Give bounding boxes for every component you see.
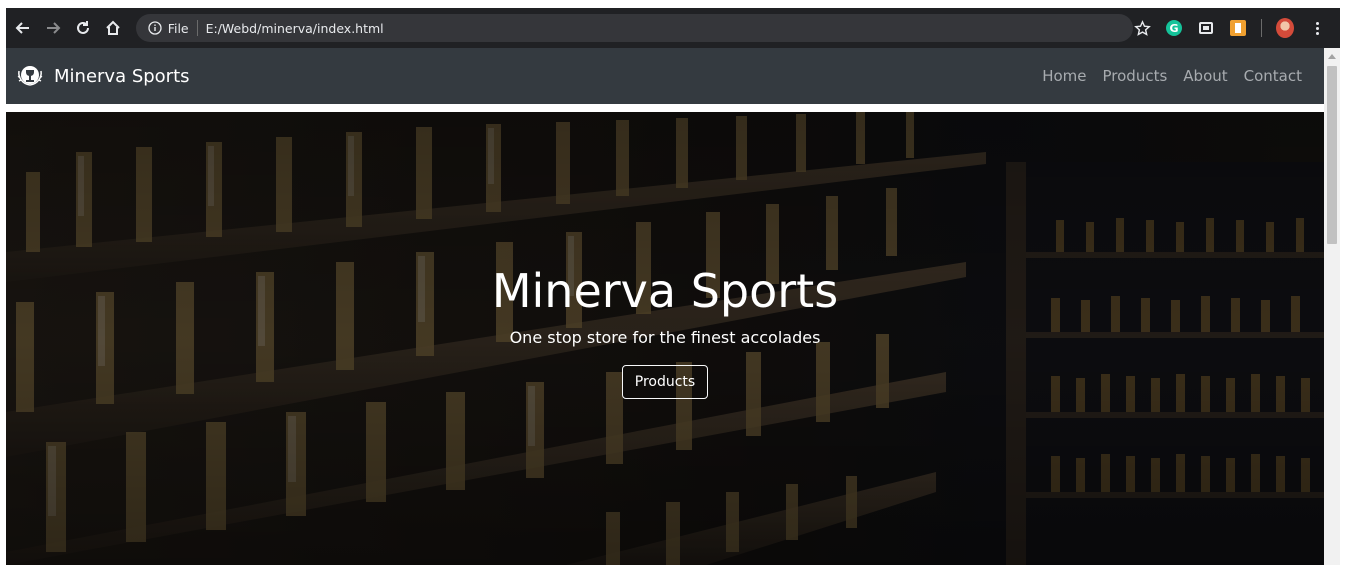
home-button[interactable] xyxy=(100,15,126,41)
orange-extension-button[interactable] xyxy=(1229,19,1247,37)
nav-link-about[interactable]: About xyxy=(1183,67,1227,85)
forward-button[interactable] xyxy=(40,15,66,41)
address-url[interactable]: E:/Webd/minerva/index.html xyxy=(206,21,384,36)
grammarly-extension-icon: G xyxy=(1166,20,1182,36)
back-button[interactable] xyxy=(10,15,36,41)
brand-name: Minerva Sports xyxy=(54,65,190,87)
hero-products-button[interactable]: Products xyxy=(621,365,709,399)
window-extension-button[interactable] xyxy=(1197,19,1215,37)
hero-title: Minerva Sports xyxy=(491,264,839,318)
trophy-logo-icon xyxy=(17,66,43,86)
grammarly-extension-button[interactable]: G xyxy=(1165,19,1183,37)
hero-subtitle: One stop store for the finest accolades xyxy=(509,328,821,347)
nav-links: Home Products About Contact xyxy=(1042,67,1302,85)
bookmark-star-button[interactable] xyxy=(1133,19,1151,37)
address-bar[interactable]: File E:/Webd/minerva/index.html xyxy=(135,14,1133,42)
page-scrollbar[interactable] xyxy=(1324,48,1340,565)
address-separator xyxy=(196,20,198,36)
info-icon[interactable] xyxy=(148,21,162,35)
star-icon xyxy=(1133,19,1151,36)
profile-button[interactable] xyxy=(1276,18,1294,38)
brand-link[interactable]: Minerva Sports xyxy=(16,62,190,90)
toolbar-actions: G xyxy=(1133,18,1340,38)
home-icon xyxy=(106,20,120,35)
reload-icon xyxy=(76,21,89,34)
address-scheme-label: File xyxy=(167,20,189,36)
hero-content: Minerva Sports One stop store for the fi… xyxy=(6,264,1324,399)
orange-extension-icon xyxy=(1230,20,1246,36)
window-extension-icon xyxy=(1199,22,1213,34)
scroll-up-arrow-icon[interactable] xyxy=(1328,54,1336,59)
page-viewport: Minerva Sports Home Products About Conta… xyxy=(6,48,1324,565)
reload-button[interactable] xyxy=(70,15,96,41)
kebab-menu-icon[interactable] xyxy=(1308,19,1326,37)
nav-link-contact[interactable]: Contact xyxy=(1244,67,1302,85)
toolbar-divider xyxy=(1261,19,1262,37)
scroll-thumb[interactable] xyxy=(1327,66,1337,244)
site-navbar: Minerva Sports Home Products About Conta… xyxy=(6,48,1324,104)
nav-link-home[interactable]: Home xyxy=(1042,67,1086,85)
profile-avatar-icon xyxy=(1276,18,1294,38)
back-arrow-icon xyxy=(15,22,29,34)
browser-toolbar: File E:/Webd/minerva/index.html G xyxy=(6,8,1340,48)
hero-section: Minerva Sports One stop store for the fi… xyxy=(6,112,1324,565)
nav-link-products[interactable]: Products xyxy=(1103,67,1168,85)
forward-arrow-icon xyxy=(46,22,61,34)
